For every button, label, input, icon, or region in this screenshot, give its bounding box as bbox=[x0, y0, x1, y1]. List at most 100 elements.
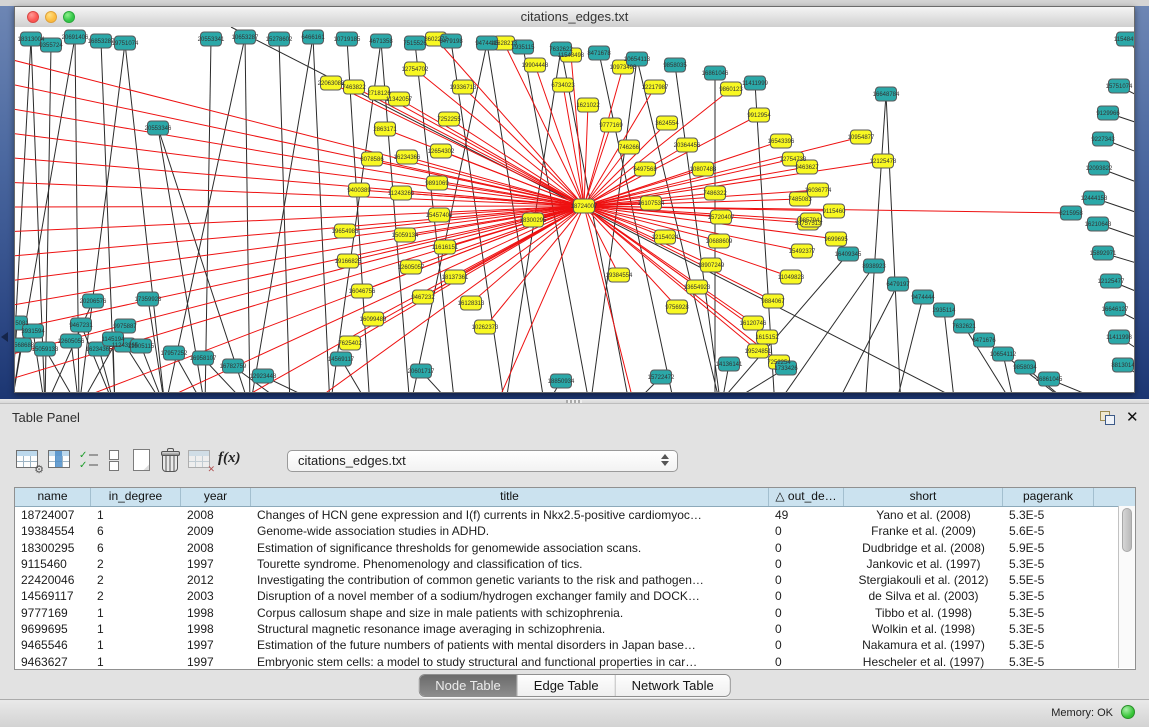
graph-node-label: 16099489 bbox=[360, 317, 387, 323]
graph-node-label: 18137361 bbox=[442, 275, 469, 281]
cell-year: 2003 bbox=[181, 588, 251, 604]
table-row[interactable]: 1830029562008Estimation of significance … bbox=[15, 540, 1135, 556]
graph-node-label: 9474444 bbox=[911, 295, 935, 301]
graph-node-label: 9756928 bbox=[665, 305, 689, 311]
graph-node-label: 12217987 bbox=[642, 85, 669, 91]
graph-node-label: 2935115 bbox=[512, 45, 536, 51]
memory-status-label: Memory: OK bbox=[1051, 707, 1113, 719]
graph-node-label: 6734023 bbox=[551, 83, 575, 89]
table-row[interactable]: 969969511998Structural magnetic resonanc… bbox=[15, 621, 1135, 637]
graph-node-label: 12505115 bbox=[128, 344, 155, 350]
graph-node-label: 4671358 bbox=[369, 39, 393, 45]
table-row[interactable]: 946362711997Embryonic stem cells: a mode… bbox=[15, 654, 1135, 670]
table-mode-icon[interactable]: ⚙ bbox=[16, 448, 40, 472]
vertical-scrollbar[interactable] bbox=[1118, 506, 1135, 668]
graph-node-label: 18724007 bbox=[571, 204, 598, 210]
table-tabs: Node TableEdge TableNetwork Table bbox=[418, 674, 731, 697]
graph-edge-black bbox=[245, 37, 250, 392]
graph-edge-red bbox=[584, 105, 588, 206]
graph-node-label: 9129966 bbox=[1096, 111, 1120, 117]
table-selector-dropdown[interactable]: citations_edges.txt bbox=[287, 450, 678, 472]
column-header-year[interactable]: year bbox=[181, 488, 251, 506]
graph-node-label: 14136141 bbox=[716, 362, 743, 368]
graph-node-label: 18907249 bbox=[698, 263, 725, 269]
network-canvas[interactable]: 1872400786022721275470211342057286317180… bbox=[15, 27, 1134, 392]
cell-pagerank: 5.6E-5 bbox=[1003, 523, 1094, 539]
graph-edge-red bbox=[584, 206, 677, 307]
panel-collapse-arrow[interactable] bbox=[1, 332, 8, 342]
show-columns-icon[interactable] bbox=[48, 448, 72, 472]
graph-node-label: 8078586 bbox=[360, 157, 384, 163]
cell-indegree: 6 bbox=[91, 523, 181, 539]
cell-year: 1997 bbox=[181, 637, 251, 653]
column-header-pagerank[interactable]: pagerank bbox=[1003, 488, 1094, 506]
graph-node-label: 12605056 bbox=[58, 339, 85, 345]
table-row[interactable]: 977716911998Corpus callosum shape and si… bbox=[15, 605, 1135, 621]
status-bar: Memory: OK bbox=[0, 699, 1149, 727]
network-window: citations_edges.txt 18724007860227212754… bbox=[14, 6, 1135, 393]
close-window-button[interactable] bbox=[27, 11, 39, 23]
graph-edge-red bbox=[348, 206, 584, 261]
delete-table-icon[interactable]: ✕ bbox=[188, 448, 212, 472]
cell-outde: 0 bbox=[769, 654, 844, 670]
cell-year: 1997 bbox=[181, 654, 251, 670]
graph-edge-black bbox=[279, 39, 290, 392]
graph-edge-red bbox=[15, 182, 584, 206]
window-titlebar[interactable]: citations_edges.txt bbox=[15, 7, 1134, 28]
scrollbar-thumb[interactable] bbox=[1122, 508, 1132, 552]
minimize-window-button[interactable] bbox=[45, 11, 57, 23]
table-row[interactable]: 911546021997Tourette syndrome. Phenomeno… bbox=[15, 556, 1135, 572]
column-header-indegree[interactable]: in_degree bbox=[91, 488, 181, 506]
select-all-icon[interactable]: ✓ ✓ bbox=[78, 448, 102, 472]
cell-name: 9777169 bbox=[15, 605, 91, 621]
table-row[interactable]: 946554611997Estimation of the future num… bbox=[15, 637, 1135, 653]
graph-node-label: 8471678 bbox=[587, 51, 611, 57]
cell-name: 18300295 bbox=[15, 540, 91, 556]
graph-node-label: 6497568 bbox=[633, 167, 657, 173]
graph-node-label: 9860123 bbox=[719, 87, 743, 93]
graph-node-label: 2718126 bbox=[367, 91, 391, 97]
table-row[interactable]: 1456911722003Disruption of a novel membe… bbox=[15, 588, 1135, 604]
memory-status-indicator[interactable] bbox=[1121, 705, 1135, 719]
function-builder-icon[interactable]: f(x) bbox=[218, 450, 241, 467]
tab-edge-table[interactable]: Edge Table bbox=[518, 675, 616, 696]
graph-node-label: 1621022 bbox=[576, 103, 600, 109]
column-header-short[interactable]: short bbox=[844, 488, 1003, 506]
cell-indegree: 1 bbox=[91, 621, 181, 637]
graph-node-label: 18300295 bbox=[520, 218, 547, 224]
table-row[interactable]: 1872400712008Changes of HCN gene express… bbox=[15, 507, 1135, 523]
create-column-icon[interactable] bbox=[130, 448, 154, 472]
graph-node-label: 16409345 bbox=[835, 252, 862, 258]
graph-node-label: 11548498 bbox=[558, 53, 585, 59]
graph-node-label: 12125477 bbox=[1098, 279, 1125, 285]
cell-pagerank: 5.3E-5 bbox=[1003, 654, 1094, 670]
graph-node-label: 16234365 bbox=[86, 347, 113, 353]
unselect-all-icon[interactable] bbox=[102, 448, 126, 472]
tab-node-table[interactable]: Node Table bbox=[419, 675, 518, 696]
graph-node-label: 7632622 bbox=[549, 47, 573, 53]
table-panel: Table Panel ✕ ⚙ ✓ ✓ ✕ f(x) citations_edg… bbox=[0, 404, 1149, 699]
delete-column-icon[interactable] bbox=[158, 448, 182, 472]
graph-node-label: 19524851 bbox=[745, 349, 772, 355]
table-row[interactable]: 1938455462009Genome-wide association stu… bbox=[15, 523, 1135, 539]
graph-node-label: 7486322 bbox=[703, 191, 727, 197]
cell-indegree: 1 bbox=[91, 507, 181, 523]
graph-node-label: 7485083 bbox=[788, 197, 812, 203]
graph-node-label: 16128313 bbox=[458, 301, 485, 307]
column-header-name[interactable]: name bbox=[15, 488, 91, 506]
graph-node-label: 6479197 bbox=[886, 282, 910, 288]
splitter-grip-icon[interactable] bbox=[566, 400, 582, 403]
column-header-title[interactable]: title bbox=[251, 488, 769, 506]
close-panel-icon[interactable]: ✕ bbox=[1126, 408, 1139, 426]
cell-short: Hescheler et al. (1997) bbox=[844, 654, 1003, 670]
cell-short: Wolkin et al. (1998) bbox=[844, 621, 1003, 637]
zoom-window-button[interactable] bbox=[63, 11, 75, 23]
float-panel-icon[interactable] bbox=[1100, 411, 1115, 425]
tab-network-table[interactable]: Network Table bbox=[616, 675, 730, 696]
graph-node-label: 19166825 bbox=[335, 259, 362, 265]
cell-outde: 0 bbox=[769, 540, 844, 556]
column-header-outde[interactable]: △ out_de… bbox=[769, 488, 844, 506]
graph-node-label: 17957252 bbox=[161, 351, 188, 357]
table-row[interactable]: 2242004622012Investigating the contribut… bbox=[15, 572, 1135, 588]
graph-node-label: 11243266 bbox=[388, 191, 415, 197]
